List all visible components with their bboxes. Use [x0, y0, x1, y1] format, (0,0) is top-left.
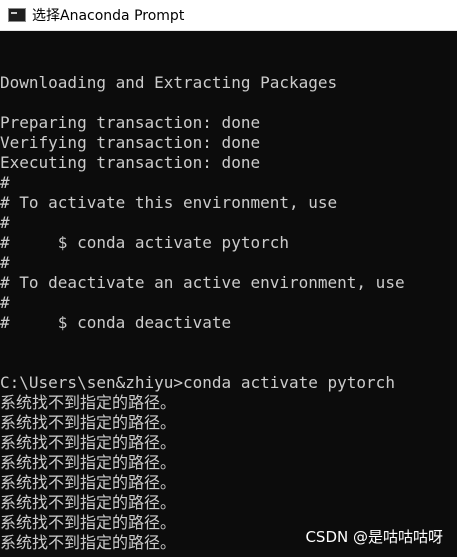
console-line: # $ conda deactivate	[0, 313, 232, 332]
console-line: #	[0, 173, 10, 192]
title-bar[interactable]: 选择Anaconda Prompt	[0, 0, 457, 31]
error-line: 系统找不到指定的路径。	[0, 393, 177, 412]
console-output[interactable]: Downloading and Extracting Packages Prep…	[0, 73, 457, 557]
console-line: Executing transaction: done	[0, 153, 261, 172]
anaconda-prompt-window: 选择Anaconda Prompt Downloading and Extrac…	[0, 0, 457, 557]
console-line: # To activate this environment, use	[0, 193, 338, 212]
error-line: 系统找不到指定的路径。	[0, 473, 177, 492]
error-line: 系统找不到指定的路径。	[0, 413, 177, 432]
console-line: #	[0, 293, 10, 312]
console-line: Downloading and Extracting Packages	[0, 73, 338, 92]
console-line: # $ conda activate pytorch	[0, 233, 289, 252]
window-title: 选择Anaconda Prompt	[32, 8, 185, 24]
error-line: 系统找不到指定的路径。	[0, 433, 177, 452]
error-line: 系统找不到指定的路径。	[0, 453, 177, 472]
console-line: #	[0, 213, 10, 232]
console-line: # To deactivate an active environment, u…	[0, 273, 405, 292]
error-line: 系统找不到指定的路径。	[0, 493, 177, 512]
command-line: C:\Users\sen&zhiyu>conda activate pytorc…	[0, 373, 395, 392]
console-line: #	[0, 253, 10, 272]
console-window-icon[interactable]	[8, 8, 26, 22]
console-line: Preparing transaction: done	[0, 113, 261, 132]
csdn-watermark: CSDN @是咕咕咕呀	[305, 528, 443, 546]
console-line: Verifying transaction: done	[0, 133, 261, 152]
